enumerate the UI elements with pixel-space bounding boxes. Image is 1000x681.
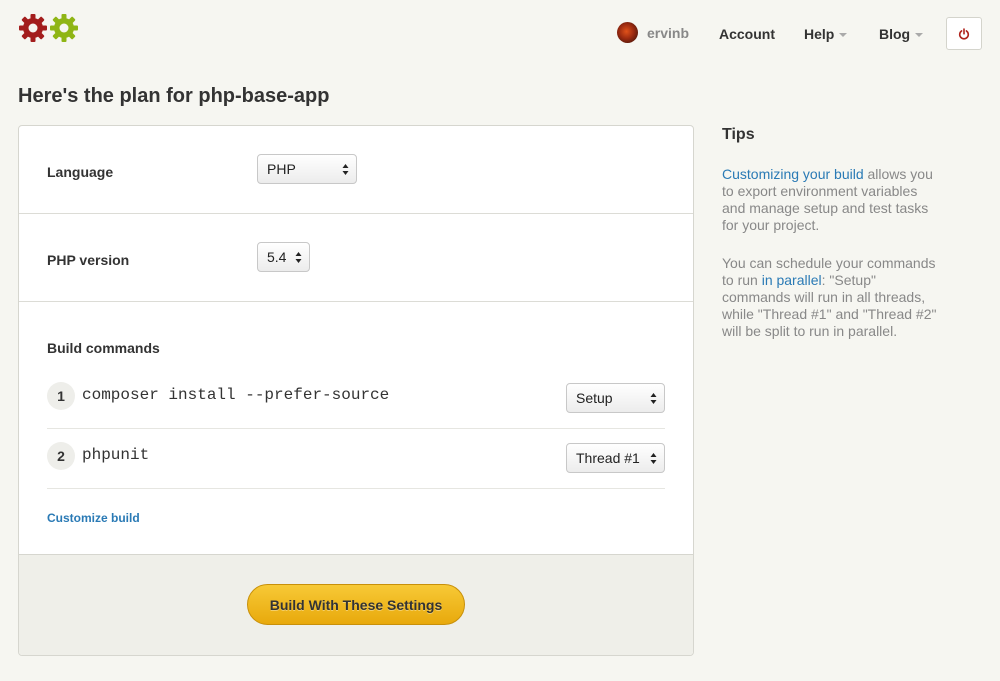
tip-parallel: You can schedule your commands to run in… [722, 255, 937, 340]
thread-select[interactable]: Setup [566, 383, 665, 413]
user-menu[interactable]: ervinb [617, 22, 689, 43]
select-arrows-icon [342, 164, 349, 175]
build-commands-label: Build commands [47, 340, 160, 356]
power-icon [958, 27, 970, 39]
panel-footer: Build With These Settings [19, 554, 693, 655]
nav-blog-label: Blog [879, 26, 911, 42]
select-arrows-icon [650, 453, 657, 464]
command-number-badge: 1 [47, 382, 75, 410]
thread-select-value: Thread #1 [576, 450, 640, 466]
build-with-settings-button[interactable]: Build With These Settings [247, 584, 465, 625]
build-command-row: 1 composer install --prefer-source Setup [47, 369, 665, 429]
select-arrows-icon [650, 393, 657, 404]
command-text[interactable]: phpunit [82, 446, 149, 464]
tips-title: Tips [722, 126, 755, 143]
php-version-label: PHP version [47, 252, 130, 268]
language-select-value: PHP [267, 161, 296, 177]
php-version-select[interactable]: 5.4 [257, 242, 310, 272]
thread-select[interactable]: Thread #1 [566, 443, 665, 473]
command-text[interactable]: composer install --prefer-source [82, 386, 389, 404]
thread-select-value: Setup [576, 390, 613, 406]
customizing-build-link[interactable]: Customizing your build [722, 166, 864, 182]
nav-account-link[interactable]: Account [719, 26, 775, 42]
chevron-down-icon [839, 33, 848, 37]
nav-help-link[interactable]: Help [804, 26, 848, 42]
language-label: Language [47, 164, 114, 180]
language-select[interactable]: PHP [257, 154, 357, 184]
top-nav: ervinb Account Help Blog [0, 20, 1000, 50]
select-arrows-icon [295, 252, 302, 263]
build-plan-panel: Language PHP PHP version 5.4 Build comma… [18, 125, 694, 656]
nav-blog-link[interactable]: Blog [879, 26, 924, 42]
nav-help-label: Help [804, 26, 835, 42]
logout-button[interactable] [946, 17, 982, 50]
username[interactable]: ervinb [647, 25, 689, 41]
command-number-badge: 2 [47, 442, 75, 470]
language-row: Language PHP [19, 126, 693, 214]
build-command-row: 2 phpunit Thread #1 [47, 429, 665, 489]
chevron-down-icon [915, 33, 924, 37]
php-version-select-value: 5.4 [267, 249, 287, 265]
page-title: Here's the plan for php-base-app [18, 85, 330, 107]
customize-build-link[interactable]: Customize build [47, 511, 140, 525]
avatar[interactable] [617, 22, 638, 43]
tip-customizing: Customizing your build allows you to exp… [722, 166, 937, 234]
php-version-row: PHP version 5.4 [19, 214, 693, 302]
in-parallel-link[interactable]: in parallel [762, 272, 822, 288]
nav-account-label: Account [719, 26, 775, 42]
